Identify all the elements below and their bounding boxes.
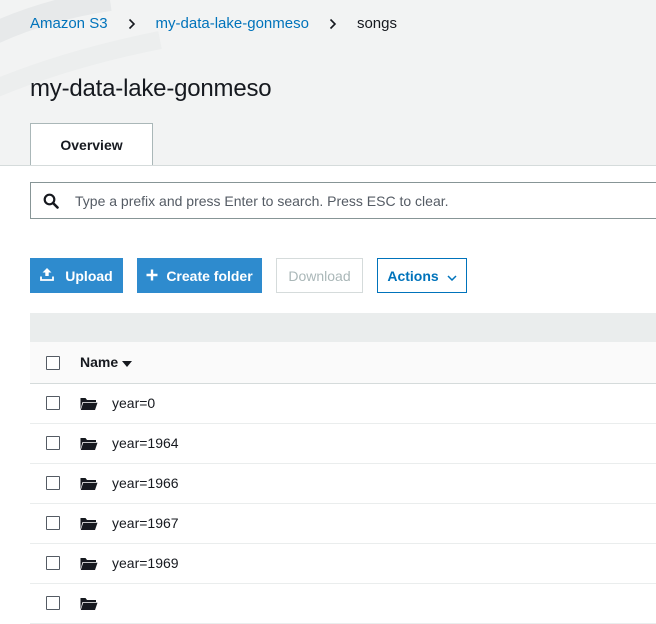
select-all-checkbox[interactable]	[46, 356, 60, 370]
folder-name[interactable]: year=1966	[112, 475, 179, 491]
row-checkbox[interactable]	[46, 596, 60, 610]
chevron-down-icon	[447, 268, 457, 284]
folder-open-icon	[80, 397, 98, 416]
folder-name[interactable]: year=1969	[112, 555, 179, 571]
row-checkbox[interactable]	[46, 556, 60, 570]
create-folder-button[interactable]: Create folder	[137, 258, 262, 293]
search-icon	[43, 193, 59, 214]
folder-open-icon	[80, 517, 98, 536]
row-checkbox[interactable]	[46, 516, 60, 530]
breadcrumb-link-amazon-s3[interactable]: Amazon S3	[30, 15, 108, 32]
folder-open-icon	[80, 557, 98, 576]
breadcrumb-link-bucket[interactable]: my-data-lake-gonmeso	[156, 15, 309, 32]
table-row[interactable]: year=1969	[30, 544, 656, 584]
tab-overview[interactable]: Overview	[30, 123, 153, 166]
row-checkbox[interactable]	[46, 476, 60, 490]
row-checkbox[interactable]	[46, 396, 60, 410]
folder-name[interactable]: year=1967	[112, 515, 179, 531]
folder-open-icon	[80, 477, 98, 496]
folder-name[interactable]: year=0	[112, 395, 155, 411]
table-header: Name	[30, 341, 656, 384]
breadcrumb: Amazon S3 my-data-lake-gonmeso songs	[30, 13, 397, 33]
row-checkbox[interactable]	[46, 436, 60, 450]
table-row[interactable]: year=1964	[30, 424, 656, 464]
search-box	[30, 182, 656, 219]
column-header-name-label: Name	[80, 354, 119, 370]
table-row[interactable]: year=1966	[30, 464, 656, 504]
folder-open-icon	[80, 437, 98, 456]
column-header-name[interactable]: Name	[80, 354, 133, 370]
download-button-label: Download	[288, 267, 351, 284]
table-toolbar-strip	[30, 313, 656, 341]
plus-icon	[146, 268, 158, 284]
upload-icon	[40, 267, 55, 284]
breadcrumb-separator-icon	[309, 15, 357, 32]
breadcrumb-current: songs	[356, 14, 397, 32]
table-row[interactable]: year=0	[30, 384, 656, 424]
breadcrumb-separator-icon	[108, 15, 156, 32]
actions-button-label: Actions	[387, 267, 439, 284]
folder-open-icon	[80, 597, 98, 616]
actions-dropdown-button[interactable]: Actions	[377, 258, 467, 293]
search-input[interactable]	[75, 189, 635, 212]
page-title: my-data-lake-gonmeso	[30, 75, 272, 102]
download-button[interactable]: Download	[276, 258, 363, 293]
tab-divider	[0, 165, 656, 166]
folder-name[interactable]: year=1964	[112, 435, 179, 451]
upload-button-label: Upload	[65, 267, 113, 284]
sort-down-icon	[122, 354, 133, 370]
table-row[interactable]: year=1967	[30, 504, 656, 544]
table-row[interactable]	[30, 584, 656, 624]
upload-button[interactable]: Upload	[30, 258, 123, 293]
create-folder-button-label: Create folder	[166, 267, 253, 284]
